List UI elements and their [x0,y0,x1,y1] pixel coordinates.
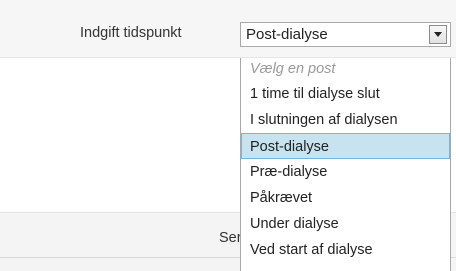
field-label-indgift-tidspunkt: Indgift tidspunkt [80,25,182,41]
option-post-dialyse[interactable]: Post-dialyse [241,133,450,159]
option-paakraevet[interactable]: Påkrævet [241,185,450,211]
indgift-tidspunkt-select[interactable]: Post-dialyse [240,22,451,47]
option-i-slutningen-af-dialysen[interactable]: I slutningen af dialysen [241,107,450,133]
form-panel: Indgift tidspunkt Post-dialyse Ser Vælg … [0,0,456,271]
triangle-down-icon [434,32,442,37]
select-current-value: Post-dialyse [246,26,328,43]
dropdown-toggle-button[interactable] [429,25,447,44]
option-placeholder[interactable]: Vælg en post [241,58,450,81]
option-1-time-til-dialyse-slut[interactable]: 1 time til dialyse slut [241,81,450,107]
next-field-label: Ser [219,230,242,246]
option-ved-start-af-dialyse[interactable]: Ved start af dialyse [241,237,450,263]
option-prae-dialyse[interactable]: Præ-dialyse [241,159,450,185]
option-under-dialyse[interactable]: Under dialyse [241,211,450,237]
dropdown-options-list: Vælg en post 1 time til dialyse slut I s… [240,58,451,271]
